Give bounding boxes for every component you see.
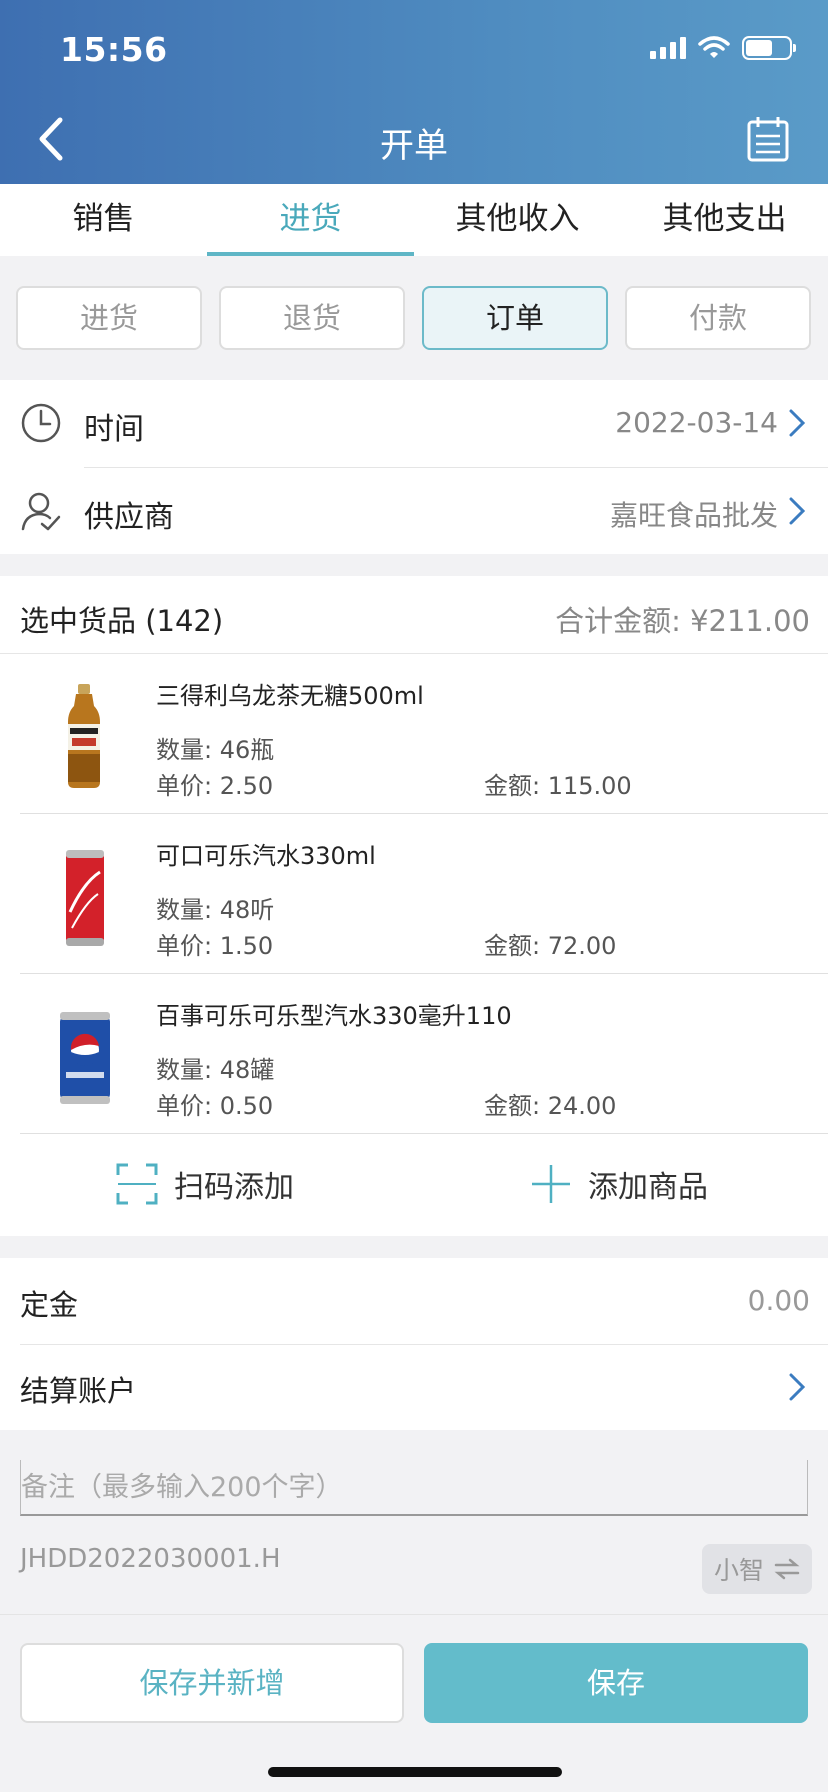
time-value: 2022-03-14 [615, 406, 778, 439]
goods-quantity: 数量: 46瓶 [156, 736, 275, 764]
chevron-right-icon [789, 409, 806, 437]
deposit-value: 0.00 [747, 1284, 810, 1317]
goods-amount: 金额: 72.00 [484, 932, 617, 960]
subtab-order[interactable]: 订单 [422, 286, 608, 350]
supplier-row[interactable]: 供应商 嘉旺食品批发 [0, 468, 828, 556]
user-check-icon [21, 492, 61, 531]
payment-block: 定金 0.00 结算账户 [0, 1258, 828, 1430]
plus-icon [532, 1165, 570, 1203]
goods-unit-price: 单价: 2.50 [156, 772, 274, 800]
goods-unit-price: 单价: 0.50 [156, 1092, 274, 1120]
remark-input[interactable] [20, 1460, 808, 1516]
add-goods-row: 扫码添加 添加商品 [0, 1132, 828, 1236]
tab-sales[interactable]: 销售 [0, 184, 207, 256]
supplier-label: 供应商 [84, 500, 174, 535]
subtab-payment[interactable]: 付款 [625, 286, 811, 350]
settlement-account-row[interactable]: 结算账户 [0, 1344, 828, 1430]
order-info: 时间 2022-03-14 供应商 嘉旺食品批发 [0, 380, 828, 554]
goods-section: 选中货品 (142) 合计金额: ¥211.00 三得利乌龙茶无糖500ml 数… [0, 576, 828, 1236]
subtab-purchase[interactable]: 进货 [16, 286, 202, 350]
deposit-label: 定金 [20, 1288, 79, 1322]
subtab-return[interactable]: 退货 [219, 286, 405, 350]
oolong-tea-bottle-icon [68, 684, 100, 788]
save-and-new-button[interactable]: 保存并新增 [20, 1643, 404, 1723]
ai-assistant-button[interactable]: 小智 [702, 1544, 812, 1594]
goods-quantity: 数量: 48听 [156, 896, 275, 924]
tab-other-income[interactable]: 其他收入 [414, 184, 621, 256]
scan-add-label: 扫码添加 [174, 1170, 294, 1205]
home-indicator [268, 1767, 562, 1777]
add-goods-label: 添加商品 [588, 1170, 708, 1205]
app-header: 15:56 开单 [0, 0, 828, 184]
chevron-right-icon [789, 497, 806, 525]
order-number: JHDD2022030001.H [20, 1544, 281, 1574]
supplier-value: 嘉旺食品批发 [609, 499, 778, 532]
status-time: 15:56 [60, 30, 168, 69]
goods-item[interactable]: 可口可乐汽水330ml 数量: 48听 单价: 1.50 金额: 72.00 [20, 814, 828, 974]
time-row[interactable]: 时间 2022-03-14 [0, 380, 828, 468]
save-button[interactable]: 保存 [424, 1643, 808, 1723]
sub-tabs: 进货 退货 订单 付款 [0, 256, 828, 380]
total-amount: 合计金额: ¥211.00 [555, 604, 810, 638]
cellular-signal-icon [650, 37, 686, 59]
page-title: 开单 [380, 126, 448, 166]
status-icons [650, 36, 796, 60]
main-tabs: 销售 进货 其他收入 其他支出 [0, 184, 828, 256]
goods-name: 可口可乐汽水330ml [156, 842, 376, 870]
ai-assistant-label: 小智 [713, 1556, 764, 1585]
remark-area: JHDD2022030001.H 小智 [0, 1430, 828, 1614]
clock-icon [21, 403, 61, 443]
goods-amount: 金额: 115.00 [484, 772, 632, 800]
bottom-action-bar: 保存并新增 保存 [0, 1614, 828, 1792]
add-goods-button[interactable]: 添加商品 [530, 1162, 708, 1206]
goods-unit-price: 单价: 1.50 [156, 932, 274, 960]
selected-goods-count: 选中货品 (142) [20, 604, 224, 638]
goods-quantity: 数量: 48罐 [156, 1056, 275, 1084]
deposit-row[interactable]: 定金 0.00 [0, 1258, 828, 1345]
time-label: 时间 [84, 412, 144, 447]
pepsi-can-icon [60, 1012, 110, 1104]
goods-amount: 金额: 24.00 [484, 1092, 617, 1120]
chevron-right-icon [789, 1373, 806, 1401]
calendar-list-icon[interactable] [744, 114, 792, 164]
tab-other-expense[interactable]: 其他支出 [621, 184, 828, 256]
goods-name: 三得利乌龙茶无糖500ml [156, 682, 424, 710]
scan-icon [116, 1163, 158, 1205]
goods-item[interactable]: 三得利乌龙茶无糖500ml 数量: 46瓶 单价: 2.50 金额: 115.0… [20, 654, 828, 814]
goods-header: 选中货品 (142) 合计金额: ¥211.00 [0, 576, 828, 654]
goods-item[interactable]: 百事可乐可乐型汽水330毫升110 数量: 48罐 单价: 0.50 金额: 2… [20, 974, 828, 1134]
swap-icon [774, 1558, 800, 1580]
wifi-icon [698, 36, 730, 58]
goods-name: 百事可乐可乐型汽水330毫升110 [156, 1002, 512, 1030]
tab-purchase[interactable]: 进货 [207, 184, 414, 256]
battery-icon [742, 36, 796, 60]
scan-add-button[interactable]: 扫码添加 [116, 1162, 294, 1206]
coca-cola-can-icon [66, 850, 104, 946]
settlement-account-label: 结算账户 [20, 1374, 137, 1408]
